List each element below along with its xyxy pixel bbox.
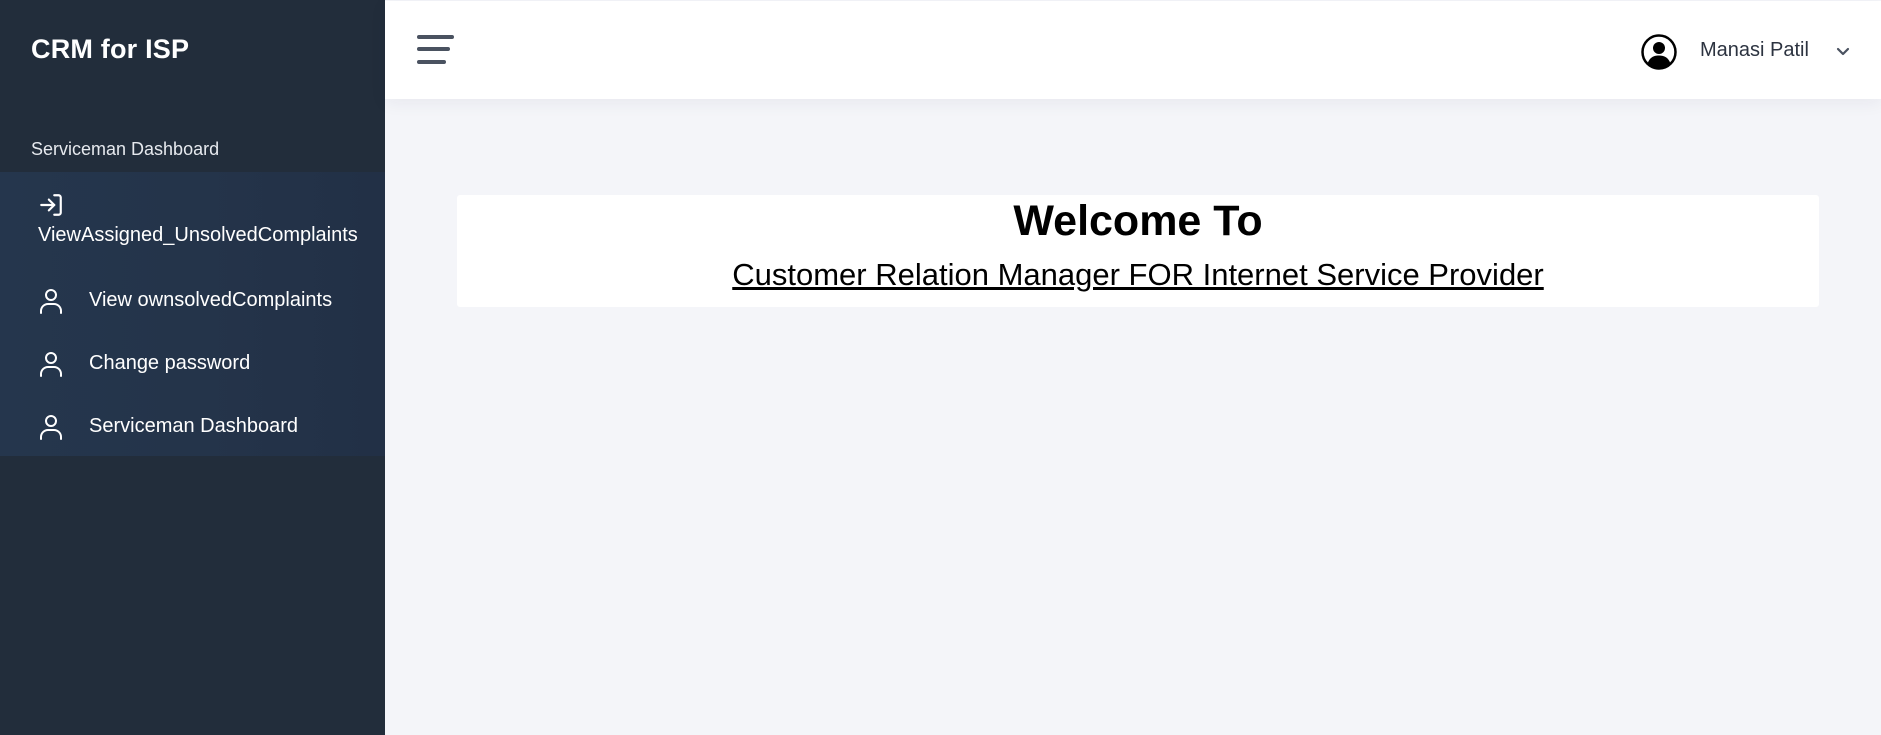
sidebar-item-view-own-solved-complaints[interactable]: View ownsolvedComplaints: [0, 272, 385, 335]
user-icon: [39, 413, 63, 441]
brand-title[interactable]: CRM for ISP: [31, 34, 189, 65]
welcome-subtitle: Customer Relation Manager FOR Internet S…: [732, 257, 1544, 292]
sidebar-item-view-assigned-unsolved-complaints[interactable]: ViewAssigned_UnsolvedComplaints: [0, 172, 385, 272]
sidebar-item-label: Serviceman Dashboard: [89, 415, 298, 437]
welcome-title: Welcome To: [1013, 197, 1263, 245]
sidebar-item-serviceman-dashboard[interactable]: Serviceman Dashboard: [0, 398, 385, 456]
welcome-card: Welcome To Customer Relation Manager FOR…: [457, 195, 1819, 307]
sidebar-menu: ViewAssigned_UnsolvedComplaints View own…: [0, 172, 385, 456]
sidebar-section-title: Serviceman Dashboard: [31, 139, 220, 159]
user-name: Manasi Patil: [1700, 39, 1809, 61]
sidebar: CRM for ISP Serviceman Dashboard ViewAss…: [0, 0, 385, 735]
sidebar-item-label: Change password: [89, 352, 251, 374]
sidebar-item-change-password[interactable]: Change password: [0, 335, 385, 398]
user-avatar-icon: [1641, 34, 1677, 75]
user-menu[interactable]: Manasi Patil: [1641, 34, 1851, 70]
user-icon: [39, 350, 63, 378]
hamburger-menu-icon[interactable]: [417, 35, 455, 67]
login-arrow-icon: [38, 192, 64, 218]
top-header: Manasi Patil: [385, 1, 1881, 99]
user-icon: [39, 287, 63, 315]
sidebar-item-label: ViewAssigned_UnsolvedComplaints: [38, 224, 358, 246]
sidebar-item-label: View ownsolvedComplaints: [89, 289, 333, 311]
app-root: CRM for ISP Serviceman Dashboard ViewAss…: [0, 0, 1881, 735]
chevron-down-icon: [1836, 44, 1850, 62]
